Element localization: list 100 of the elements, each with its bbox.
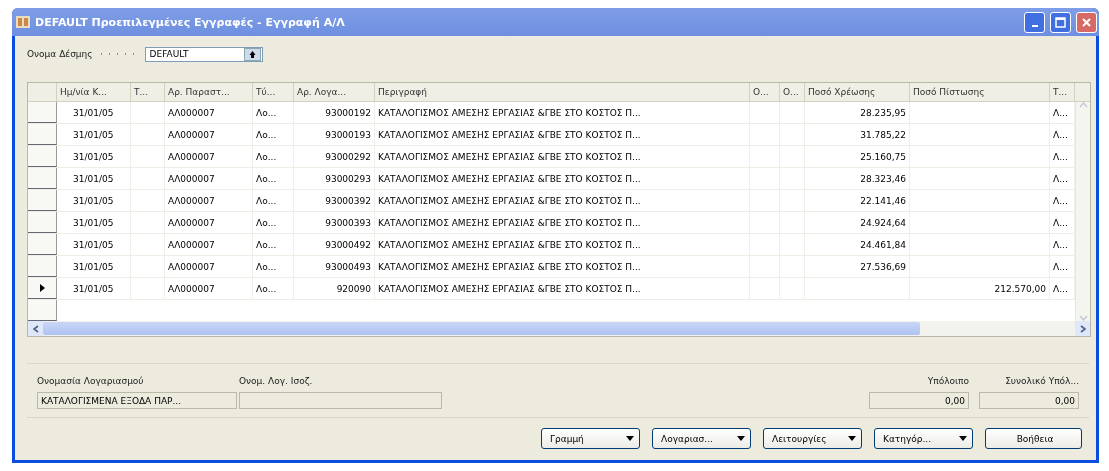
table-cell: ΚΑΤΑΛΟΓΙΣΜΟΣ ΑΜΕΣΗΣ ΕΡΓΑΣΙΑΣ &ΓΒΕ ΣΤΟ ΚΟΣΤΟΣ Π...: [378, 129, 641, 140]
field-label: Συνολικό Υπόλ...: [1005, 376, 1079, 386]
table-cell: 31/01/05: [73, 173, 114, 184]
table-cell: 22.141,46: [860, 195, 906, 206]
table-cell: ΑΛ000007: [168, 173, 215, 184]
table-cell: 93000192: [325, 107, 371, 118]
table-cell: 93000393: [325, 217, 371, 228]
app-icon: [16, 16, 30, 28]
table-cell: ΑΛ000007: [168, 261, 215, 272]
table-cell: Λο...: [256, 217, 277, 228]
table-cell: 24.461,84: [860, 239, 906, 250]
column-header[interactable]: Ποσό Χρέωσης: [805, 83, 910, 101]
table-cell: 93000392: [325, 195, 371, 206]
table-cell: Λο...: [256, 107, 277, 118]
table-cell: Λο...: [256, 239, 277, 250]
readonly-field: 0,00: [979, 392, 1079, 409]
table-cell: ΑΛ000007: [168, 217, 215, 228]
table-cell: 28.323,46: [860, 173, 906, 184]
minimize-button[interactable]: [1024, 11, 1045, 33]
table-cell: 31/01/05: [73, 195, 114, 206]
table-cell: 93000493: [325, 261, 371, 272]
table-cell: Λ...: [1053, 107, 1068, 118]
window-title: DEFAULT Προεπιλεγμένες Εγγραφές - Εγγραφή Α/Λ: [35, 15, 346, 29]
table-cell: 27.536,69: [860, 261, 906, 272]
table-cell: Λο...: [256, 129, 277, 140]
close-icon: [1081, 16, 1092, 28]
table-cell: Λο...: [256, 173, 277, 184]
table-cell: 31/01/05: [73, 283, 114, 294]
table-cell: ΚΑΤΑΛΟΓΙΣΜΟΣ ΑΜΕΣΗΣ ΕΡΓΑΣΙΑΣ &ΓΒΕ ΣΤΟ ΚΟΣΤΟΣ Π...: [378, 217, 641, 228]
readonly-field: 0,00: [869, 392, 969, 409]
close-button[interactable]: [1076, 11, 1097, 33]
table-cell: 28.235,95: [860, 107, 906, 118]
table-cell: ΚΑΤΑΛΟΓΙΣΜΟΣ ΑΜΕΣΗΣ ΕΡΓΑΣΙΑΣ &ΓΒΕ ΣΤΟ ΚΟΣΤΟΣ Π...: [378, 261, 641, 272]
column-header[interactable]: Ημ/νία Κ...: [57, 83, 131, 101]
column-header[interactable]: Ο...: [780, 83, 805, 101]
table-cell: ΚΑΤΑΛΟΓΙΣΜΟΣ ΑΜΕΣΗΣ ΕΡΓΑΣΙΑΣ &ΓΒΕ ΣΤΟ ΚΟΣΤΟΣ Π...: [378, 107, 641, 118]
horizontal-scrollbar[interactable]: [28, 321, 1090, 336]
caret-icon: [626, 436, 634, 441]
column-header[interactable]: Περιγραφή: [375, 83, 750, 101]
minimize-icon: [1031, 24, 1038, 27]
scroll-left-icon[interactable]: [32, 324, 39, 333]
table-cell: ΚΑΤΑΛΟΓΙΣΜΟΣ ΑΜΕΣΗΣ ΕΡΓΑΣΙΑΣ &ΓΒΕ ΣΤΟ ΚΟΣΤΟΣ Π...: [378, 173, 641, 184]
table-cell: Λ...: [1053, 261, 1068, 272]
table-cell: Λ...: [1053, 217, 1068, 228]
column-header[interactable]: Τ...: [1050, 83, 1075, 101]
table-cell: ΚΑΤΑΛΟΓΙΣΜΟΣ ΑΜΕΣΗΣ ΕΡΓΑΣΙΑΣ &ΓΒΕ ΣΤΟ ΚΟΣΤΟΣ Π...: [378, 151, 641, 162]
table-cell: 93000292: [325, 151, 371, 162]
menu-button[interactable]: Κατηγόρ...: [874, 428, 973, 449]
table-cell: ΚΑΤΑΛΟΓΙΣΜΟΣ ΑΜΕΣΗΣ ΕΡΓΑΣΙΑΣ &ΓΒΕ ΣΤΟ ΚΟΣΤΟΣ Π...: [378, 283, 641, 294]
current-row-icon: [39, 284, 45, 292]
table-cell: 24.924,64: [860, 217, 906, 228]
menu-button[interactable]: Λογαριασ...: [652, 428, 751, 449]
field-label: Ονομ. Λογ. Ισοζ.: [239, 376, 314, 386]
caret-icon: [737, 436, 745, 441]
table-cell: Λο...: [256, 283, 277, 294]
batch-name-field[interactable]: DEFAULT: [144, 46, 263, 62]
table-cell: 93000193: [325, 129, 371, 140]
maximize-button[interactable]: [1050, 11, 1071, 33]
table-cell: 920090: [336, 283, 371, 294]
maximize-icon: [1055, 16, 1066, 28]
table-cell: 31/01/05: [73, 151, 114, 162]
field-label: Ονομασία Λογαριασμού: [37, 376, 145, 386]
table-cell: Λ...: [1053, 173, 1068, 184]
table-cell: 31/01/05: [73, 129, 114, 140]
table-cell: Λ...: [1053, 195, 1068, 206]
table-cell: 31/01/05: [73, 107, 114, 118]
field-label: Υπόλοιπο: [927, 376, 969, 386]
table-cell: 31/01/05: [73, 261, 114, 272]
table-cell: 25.160,75: [860, 151, 906, 162]
table-cell: 31/01/05: [73, 239, 114, 250]
lookup-icon[interactable]: [243, 47, 261, 61]
table-cell: 93000293: [325, 173, 371, 184]
column-header[interactable]: Αρ. Παραστ...: [165, 83, 253, 101]
row-selector[interactable]: [28, 278, 57, 299]
column-header[interactable]: Τύ...: [253, 83, 294, 101]
table-cell: 31.785,22: [860, 129, 906, 140]
batch-name-label: Ονομα Δέσμης: [27, 49, 93, 59]
caret-icon: [848, 436, 856, 441]
table-cell: Λ...: [1053, 151, 1068, 162]
table-cell: 212.570,00: [994, 283, 1046, 294]
column-header[interactable]: Ο...: [750, 83, 780, 101]
table-cell: ΚΑΤΑΛΟΓΙΣΜΟΣ ΑΜΕΣΗΣ ΕΡΓΑΣΙΑΣ &ΓΒΕ ΣΤΟ ΚΟΣΤΟΣ Π...: [378, 195, 641, 206]
table-cell: ΑΛ000007: [168, 151, 215, 162]
column-header[interactable]: Ποσό Πίστωσης: [910, 83, 1050, 101]
table-cell: Λ...: [1053, 239, 1068, 250]
help-button[interactable]: Βοήθεια: [985, 428, 1082, 449]
caret-icon: [959, 436, 967, 441]
table-cell: ΑΛ000007: [168, 283, 215, 294]
table-cell: ΑΛ000007: [168, 195, 215, 206]
column-header[interactable]: Αρ. Λογα...: [294, 83, 375, 101]
table-cell: ΚΑΤΑΛΟΓΙΣΜΟΣ ΑΜΕΣΗΣ ΕΡΓΑΣΙΑΣ &ΓΒΕ ΣΤΟ ΚΟΣΤΟΣ Π...: [378, 239, 641, 250]
table-cell: Λο...: [256, 151, 277, 162]
table-cell: Λο...: [256, 261, 277, 272]
table-cell: 93000492: [325, 239, 371, 250]
menu-button[interactable]: Γραμμή: [541, 428, 640, 449]
column-header[interactable]: Τ...: [131, 83, 165, 101]
scroll-right-icon[interactable]: [1079, 324, 1086, 333]
table-cell: Λ...: [1053, 129, 1068, 140]
menu-button[interactable]: Λειτουργίες: [763, 428, 862, 449]
table-cell: Λο...: [256, 195, 277, 206]
